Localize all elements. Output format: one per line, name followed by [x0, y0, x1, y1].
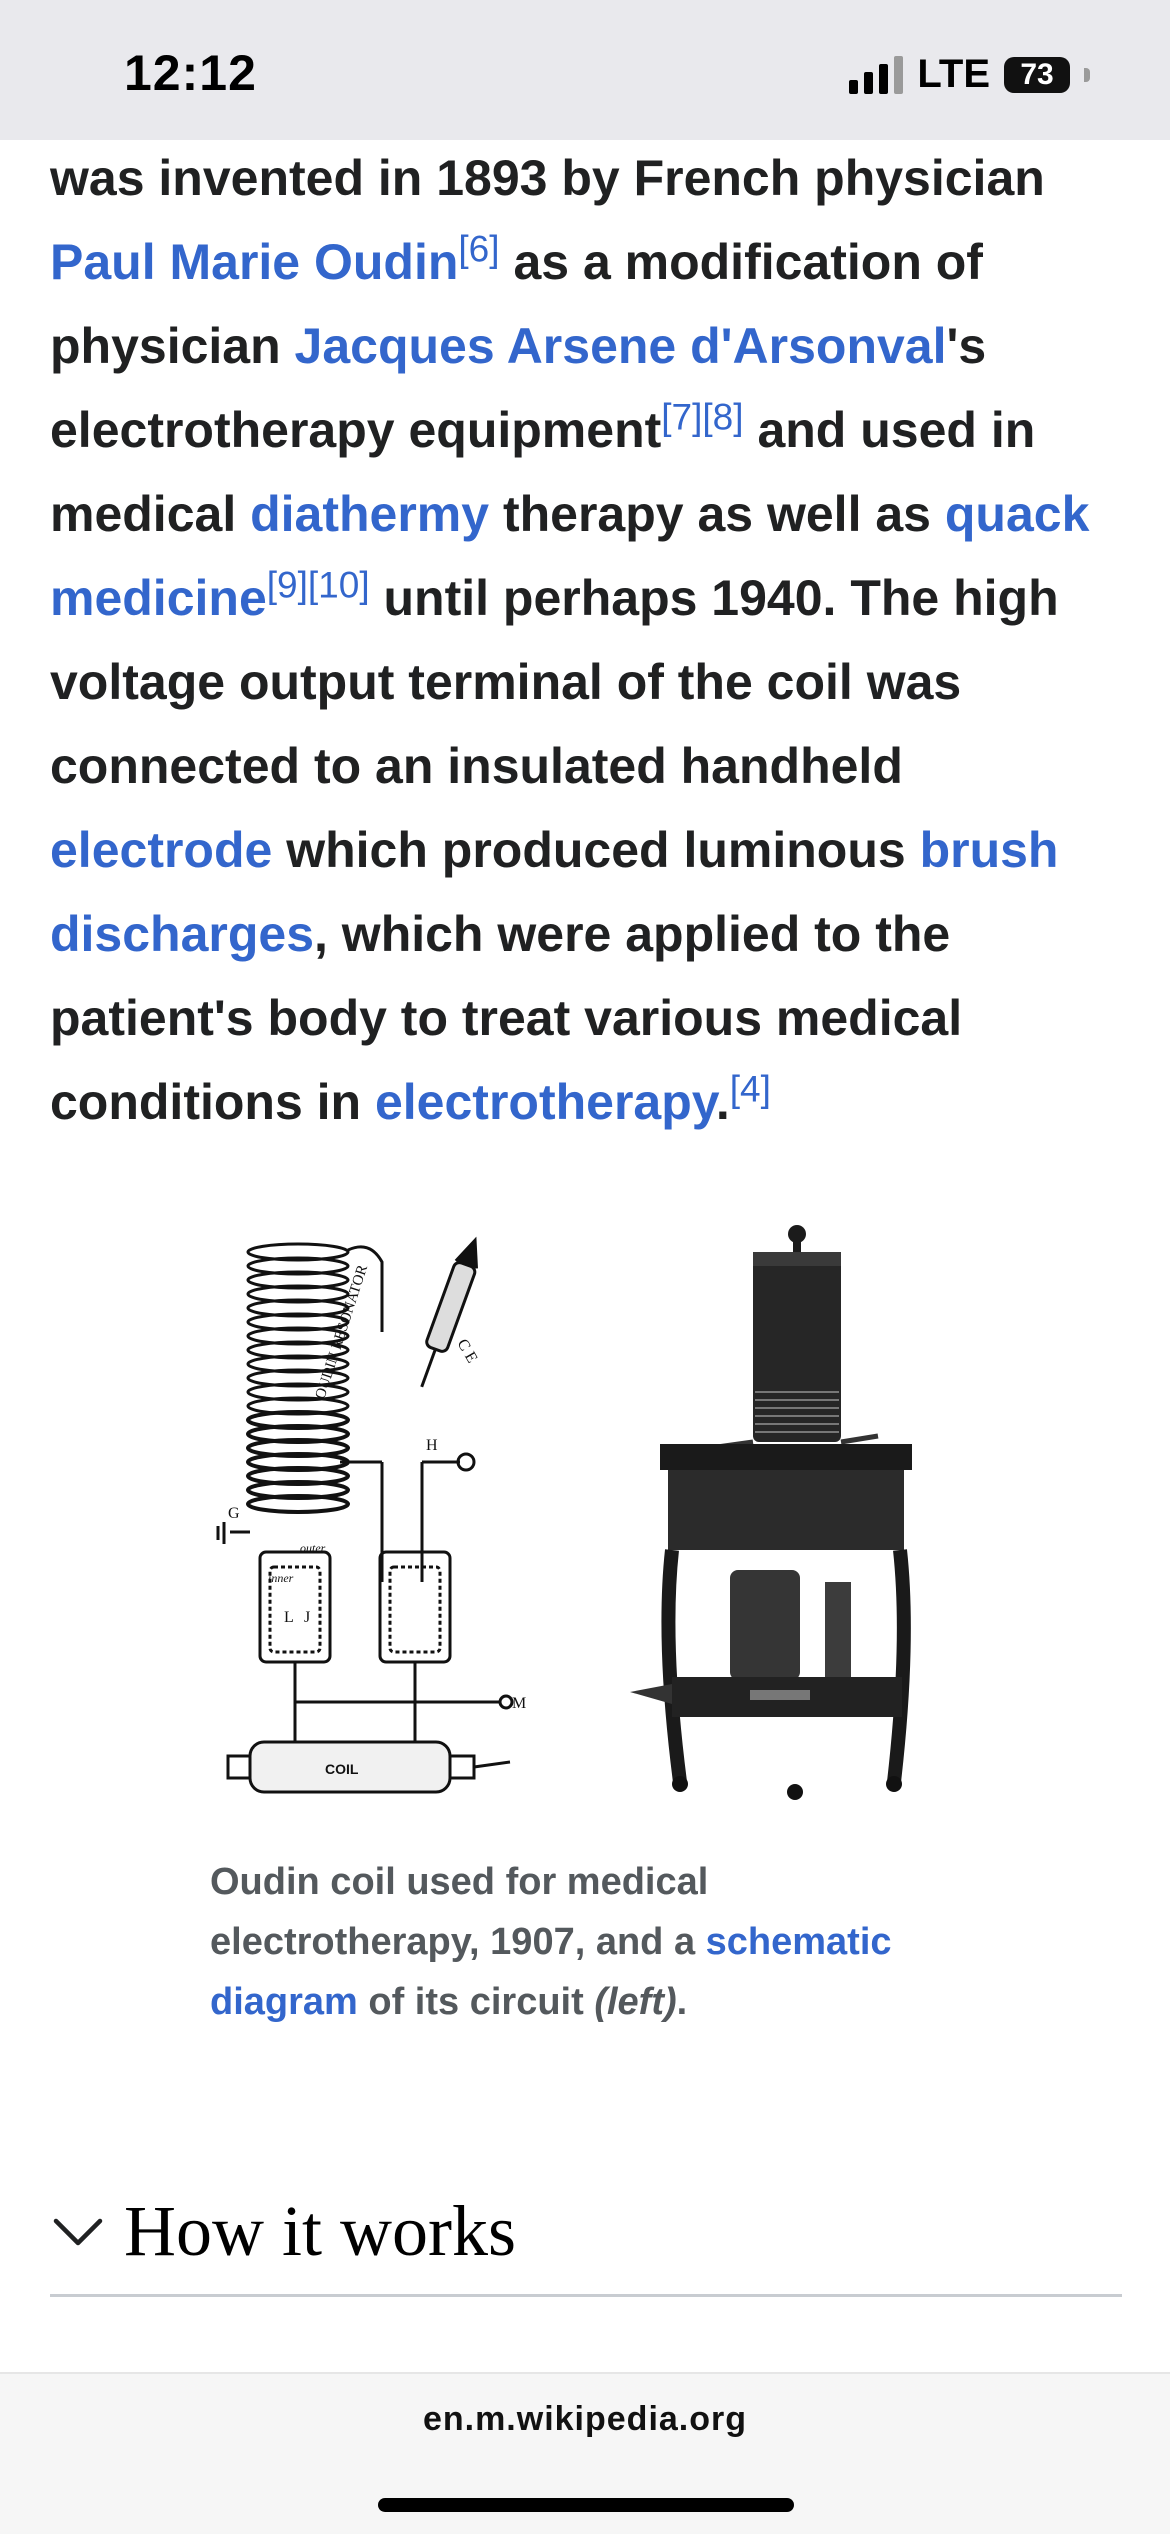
chevron-down-icon[interactable]: [50, 2203, 106, 2259]
battery-level: 73: [1020, 57, 1054, 91]
oudin-coil-image[interactable]: OUDIN RESONATOR C E H G outer inner L J …: [210, 1222, 970, 1812]
schematic-diagram: [216, 1236, 514, 1794]
caption-text: of its circuit: [357, 1981, 595, 2023]
reference-6: [6]: [458, 228, 499, 269]
reference-8: [8]: [702, 396, 743, 437]
link-electrotherapy[interactable]: electrotherapy: [375, 1074, 716, 1130]
caption-text: .: [676, 1981, 688, 2023]
battery-nub: [1084, 67, 1090, 82]
link-paul-marie-oudin[interactable]: Paul Marie Oudin: [50, 234, 458, 290]
link-electrode[interactable]: electrode: [50, 822, 272, 878]
label-m: M: [512, 1695, 526, 1712]
section-title[interactable]: How it works: [124, 2190, 516, 2273]
text-segment: was invented in 1893 by French physician: [50, 150, 1045, 206]
section-how-it-works[interactable]: How it works: [50, 2168, 1122, 2297]
reference-link-6[interactable]: [6]: [458, 228, 499, 269]
caption-text: Oudin coil used for medical electrothera…: [210, 1861, 709, 1963]
caption-italic: (left): [594, 1981, 677, 2023]
status-indicators: LTE 73: [849, 52, 1090, 97]
figure-caption: Oudin coil used for medical electrothera…: [210, 1852, 910, 2032]
label-j: J: [304, 1609, 310, 1626]
label-h: H: [426, 1437, 438, 1454]
article-body: was invented in 1893 by French physician…: [50, 136, 1130, 1144]
network-type: LTE: [917, 52, 990, 96]
battery-icon: 73: [1004, 56, 1070, 93]
label-l: L: [284, 1609, 294, 1626]
label-ce: C E: [454, 1336, 481, 1366]
signal-strength-icon: [849, 55, 904, 94]
link-diathermy[interactable]: diathermy: [250, 486, 489, 542]
home-indicator[interactable]: [378, 2498, 794, 2512]
text-segment: which produced luminous: [272, 822, 920, 878]
text-segment: .: [715, 1074, 730, 1130]
reference-link-10[interactable]: [10]: [308, 564, 370, 605]
clock: 12:12: [124, 45, 257, 101]
reference-9: [9]: [267, 564, 308, 605]
label-inner: inner: [268, 1571, 294, 1585]
label-coil: COIL: [325, 1761, 359, 1777]
reference-7: [7]: [661, 396, 702, 437]
status-bar: 12:12 LTE 73: [0, 0, 1170, 140]
reference-link-7[interactable]: [7]: [661, 396, 702, 437]
browser-url-bar[interactable]: en.m.wikipedia.org: [0, 2372, 1170, 2534]
article-paragraph: was invented in 1893 by French physician…: [50, 136, 1130, 1144]
figure-oudin-coil[interactable]: OUDIN RESONATOR C E H G outer inner L J …: [210, 1222, 970, 1812]
url-text[interactable]: en.m.wikipedia.org: [0, 2400, 1170, 2439]
reference-4: [4]: [730, 1068, 771, 1109]
apparatus-photo: [630, 1225, 912, 1800]
reference-10: [10]: [308, 564, 370, 605]
label-outer: outer: [300, 1541, 326, 1555]
label-g: G: [228, 1505, 240, 1522]
link-jacques-arsene-darsonval[interactable]: Jacques Arsene d'Arsonval: [295, 318, 947, 374]
reference-link-9[interactable]: [9]: [267, 564, 308, 605]
reference-link-8[interactable]: [8]: [702, 396, 743, 437]
schematic-labels: OUDIN RESONATOR C E H G outer inner L J …: [228, 1263, 526, 1777]
text-segment: therapy as well as: [489, 486, 945, 542]
reference-link-4[interactable]: [4]: [730, 1068, 771, 1109]
